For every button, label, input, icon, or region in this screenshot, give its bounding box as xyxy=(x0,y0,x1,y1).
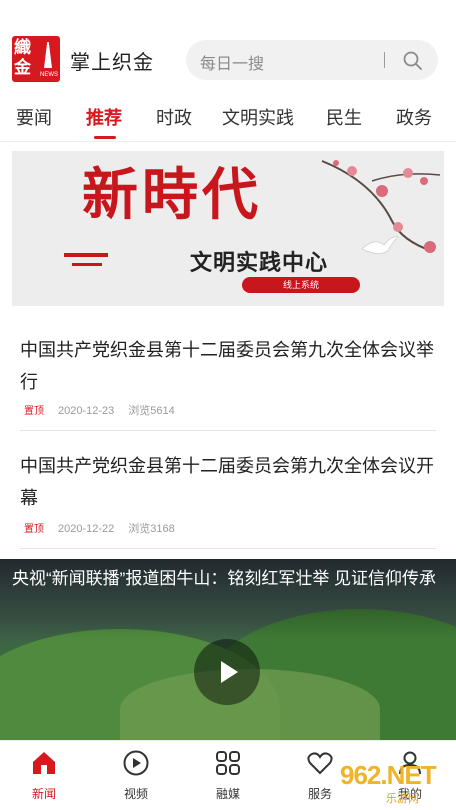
logo-tag: NEWS xyxy=(40,72,58,78)
search-placeholder[interactable]: 每日一搜 xyxy=(200,50,264,74)
play-circle-icon xyxy=(123,750,149,776)
article-date: 2020-12-23 xyxy=(58,405,115,417)
logo-char-2: 金 xyxy=(14,58,31,78)
nav-item-video[interactable]: 视频 xyxy=(98,741,174,810)
banner-subtitle: 文明实践中心 xyxy=(190,250,329,275)
banner-red-stroke xyxy=(64,253,108,257)
article-title[interactable]: 中国共产党织金县第十二届委员会第九次全体会议开幕 xyxy=(20,450,436,514)
grid-icon xyxy=(216,751,240,775)
banner-image[interactable]: 新時代 文明实践中心 线上系统 xyxy=(12,151,444,306)
dove-icon xyxy=(361,236,399,254)
article-views: 浏览5614 xyxy=(128,405,175,417)
logo-tower-mark xyxy=(44,42,52,68)
article-item[interactable]: 中国共产党织金县第十二届委员会第九次全体会议举行 置顶 2020-12-23 浏览5… xyxy=(20,334,436,424)
app-title: 掌上织金 xyxy=(70,52,154,74)
pinned-badge: 置顶 xyxy=(24,406,44,417)
category-tabs: 要闻 推荐 时政 文明实践 民生 政务 xyxy=(0,96,456,142)
tab-minsheng[interactable]: 民生 xyxy=(326,104,362,130)
article-views: 浏览3168 xyxy=(128,523,175,535)
watermark-subtext: 乐游网 xyxy=(386,793,419,805)
search-bar[interactable]: 每日一搜 xyxy=(186,40,438,80)
banner-calligraphy: 新時代 xyxy=(82,162,262,228)
watermark-logo-text: 962.NET xyxy=(340,760,437,790)
article-divider xyxy=(20,430,436,431)
watermark: 962.NET 乐游网 xyxy=(318,760,454,808)
article-title[interactable]: 中国共产党织金县第十二届委员会第九次全体会议举行 xyxy=(20,334,436,398)
tab-wenming-shijian[interactable]: 文明实践 xyxy=(222,104,294,130)
app-logo: 織 金 NEWS xyxy=(12,36,60,82)
play-button[interactable] xyxy=(194,639,260,705)
tab-yaowen[interactable]: 要闻 xyxy=(16,104,52,130)
nav-label: 视频 xyxy=(123,787,148,801)
play-icon xyxy=(221,661,238,683)
nav-label: 融媒 xyxy=(215,787,240,801)
nav-item-media[interactable]: 融媒 xyxy=(190,741,266,810)
banner-red-stroke-2 xyxy=(72,263,102,266)
video-title[interactable]: 央视“新闻联播”报道困牛山：铭刻红军壮举 见证信仰传承 xyxy=(12,566,444,592)
search-separator xyxy=(384,52,385,68)
article-date: 2020-12-22 xyxy=(58,523,115,535)
tab-zhengwu[interactable]: 政务 xyxy=(396,104,432,130)
tab-tuijian[interactable]: 推荐 xyxy=(86,104,122,130)
banner-pill: 线上系统 xyxy=(242,277,360,293)
app-header: 織 金 NEWS 掌上织金 每日一搜 xyxy=(0,0,456,90)
active-tab-underline xyxy=(94,136,116,139)
nav-item-news[interactable]: 新闻 xyxy=(6,741,82,810)
video-card[interactable]: 央视“新闻联播”报道困牛山：铭刻红军壮举 见证信仰传承 xyxy=(0,559,456,740)
article-divider xyxy=(20,548,436,549)
nav-label: 新闻 xyxy=(31,787,56,801)
tab-shizheng[interactable]: 时政 xyxy=(156,104,192,130)
article-meta: 置顶 2020-12-23 浏览5614 xyxy=(24,402,175,418)
article-item[interactable]: 中国共产党织金县第十二届委员会第九次全体会议开幕 置顶 2020-12-22 浏览3… xyxy=(20,450,436,540)
search-icon[interactable] xyxy=(402,50,424,72)
logo-char-1: 織 xyxy=(14,38,31,58)
home-icon xyxy=(33,752,55,774)
article-meta: 置顶 2020-12-22 浏览3168 xyxy=(24,520,175,536)
pinned-badge: 置顶 xyxy=(24,524,44,535)
